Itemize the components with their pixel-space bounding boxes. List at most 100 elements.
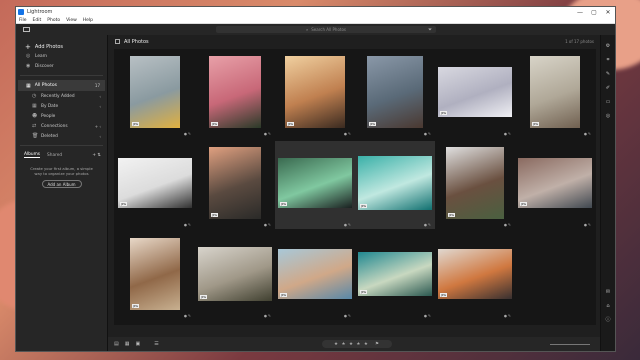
album-tools-icon[interactable]: + ⇅ (92, 153, 101, 158)
menu-edit[interactable]: Edit (33, 18, 42, 23)
sidebar-item-connections[interactable]: ⇄ Connections + ‹ (16, 121, 107, 131)
sidebar-item-all-photos[interactable]: ▦ All Photos 17 (18, 80, 105, 91)
settings-icon[interactable]: ⚙ (604, 43, 613, 49)
photo-cell[interactable]: JPG ● ✎ (435, 50, 515, 138)
menu-file[interactable]: File (19, 18, 27, 23)
photo-cell[interactable]: JPG ● ✎ (275, 50, 355, 138)
photo-count: 17 (94, 83, 100, 88)
airplane-photo[interactable]: JPG (438, 67, 512, 117)
mountain-sunset-photo[interactable]: JPG (285, 56, 345, 128)
photo-cell[interactable]: JPG ● ✎ (515, 141, 595, 229)
polaroids-photo[interactable]: JPG (118, 158, 192, 208)
file-type-badge: JPG (360, 290, 368, 294)
sidebar-item-label: Recently Added (41, 93, 75, 99)
window-controls: — ▢ ✕ (573, 9, 615, 16)
right-toolbar: ⚙ ⌗ ✎ ✐ ▭ ◎ ✉ ⌂ ⓘ (600, 35, 615, 351)
grid-view-icon[interactable]: ▦ (125, 341, 130, 347)
photo-cell[interactable]: JPG ● ✎ (435, 232, 515, 320)
sidebar-item-discover[interactable]: ◉ Discover (16, 61, 107, 71)
photo-cell[interactable]: JPG ● ✎ (435, 141, 515, 229)
file-type-badge: JPG (200, 295, 208, 299)
photo-status-icon: ● ✎ (183, 314, 191, 318)
detail-view-icon[interactable]: ▣ (135, 341, 140, 347)
photo-cell[interactable]: JPG ● ✎ (515, 50, 595, 138)
ocean-aerial-photo[interactable]: JPG (358, 156, 432, 210)
panel-toggle-icon[interactable] (23, 27, 30, 32)
rating-bar[interactable]: ★ ★ ★ ★ ★ ⚑ (322, 340, 392, 348)
chevron-left-icon[interactable]: ‹ (99, 104, 101, 109)
menu-view[interactable]: View (66, 18, 77, 23)
gradient-icon[interactable]: ▭ (604, 99, 613, 105)
photo-cell[interactable]: JPG ● ✎ (195, 232, 275, 320)
chevron-left-icon[interactable]: ‹ (99, 134, 101, 139)
sidebar-item-label: Discover (35, 63, 54, 69)
sort-icon[interactable]: ☰ (154, 341, 158, 347)
photo-cell[interactable]: JPG ● ✎ (195, 141, 275, 229)
sidebar-item-recently-added[interactable]: ◷ Recently Added ‹ (16, 91, 107, 101)
wall-photo[interactable]: JPG (130, 56, 180, 128)
brush-icon[interactable]: ✐ (604, 85, 613, 91)
tag-icon[interactable]: ⌂ (604, 303, 613, 309)
page-title: All Photos (124, 38, 149, 45)
file-type-badge: JPG (120, 202, 128, 206)
bottom-toolbar: ▤ ▦ ▣ ☰ ★ ★ ★ ★ ★ ⚑ (108, 337, 600, 351)
lightroom-window: Lightroom — ▢ ✕ File Edit Photo View Hel… (15, 6, 616, 352)
photo-cell[interactable]: JPG ● ✎ (195, 50, 275, 138)
roses-photo[interactable]: JPG (209, 56, 261, 128)
close-button[interactable]: ✕ (601, 9, 615, 16)
photo-cell[interactable]: JPG ● ✎ (115, 141, 195, 229)
laptop-desk-photo[interactable]: JPG (518, 158, 592, 208)
crop-icon[interactable]: ⌗ (604, 57, 613, 63)
add-album-button[interactable]: Add an Album (41, 180, 82, 188)
photo-cell[interactable]: JPG ● ✎ (355, 50, 435, 138)
search-placeholder: Search All Photos (311, 27, 346, 32)
comment-icon[interactable]: ✉ (604, 289, 613, 295)
photo-cell[interactable]: JPG ● ✎ (275, 141, 355, 229)
photo-cell[interactable]: JPG ● ✎ (355, 232, 435, 320)
tab-shared[interactable]: Shared (47, 153, 62, 158)
file-type-badge: JPG (360, 204, 368, 208)
beach-person-photo[interactable]: JPG (530, 56, 580, 128)
heal-icon[interactable]: ✎ (604, 71, 613, 77)
coast-aerial-photo[interactable]: JPG (358, 252, 432, 296)
photo-cell[interactable]: JPG ● ✎ (355, 141, 435, 229)
sidebar-item-deleted[interactable]: 🗑 Deleted ‹ (16, 131, 107, 141)
square-grid-view-icon[interactable]: ▤ (114, 341, 119, 347)
photo-cell[interactable]: JPG ● ✎ (115, 50, 195, 138)
maximize-button[interactable]: ▢ (587, 9, 601, 16)
cliff-sunset-photo[interactable]: JPG (209, 147, 261, 219)
sidebar-item-learn[interactable]: ◎ Learn (16, 51, 107, 61)
info-icon[interactable]: ⓘ (604, 317, 613, 323)
photo-cell[interactable]: JPG ● ✎ (115, 232, 195, 320)
file-type-badge: JPG (287, 122, 295, 126)
minimize-button[interactable]: — (573, 9, 587, 16)
flag-icon[interactable]: ⚑ (375, 342, 380, 347)
search-input[interactable]: ⌕ Search All Photos (216, 26, 436, 33)
thumbnail-size-slider[interactable] (550, 343, 590, 345)
rock-desert-photo[interactable]: JPG (130, 238, 180, 310)
add-photos-button[interactable]: + Add Photos (16, 35, 107, 51)
file-type-badge: JPG (532, 122, 540, 126)
left-sidebar: + Add Photos ◎ Learn ◉ Discover ▦ All Ph… (16, 35, 108, 351)
file-type-badge: JPG (520, 202, 528, 206)
chevron-left-icon[interactable]: + ‹ (95, 124, 101, 129)
chevron-left-icon[interactable]: ‹ (99, 94, 101, 99)
star-rating[interactable]: ★ ★ ★ ★ ★ (334, 342, 369, 347)
map-hands-photo[interactable]: JPG (278, 249, 352, 299)
cow-photo[interactable]: JPG (446, 147, 504, 219)
sidebar-item-by-date[interactable]: ▦ By Date ‹ (16, 101, 107, 111)
man-laptop-photo[interactable]: JPG (198, 247, 272, 301)
menu-help[interactable]: Help (83, 18, 93, 23)
filter-icon[interactable]: ⏷ (428, 27, 432, 33)
radial-icon[interactable]: ◎ (604, 113, 613, 119)
photo-status-icon: ● ✎ (343, 223, 351, 227)
menu-photo[interactable]: Photo (47, 18, 60, 23)
sidebar-item-people[interactable]: ☻ People (16, 111, 107, 121)
tab-albums[interactable]: Albums (24, 152, 41, 158)
top-toolbar: ⌕ Search All Photos ⏷ (16, 24, 615, 35)
photo-status-icon: ● ✎ (263, 223, 271, 227)
monkey-photo[interactable]: JPG (367, 56, 423, 128)
aurora-road-photo[interactable]: JPG (278, 158, 352, 208)
photo-cell[interactable]: JPG ● ✎ (275, 232, 355, 320)
woman-camera-photo[interactable]: JPG (438, 249, 512, 299)
